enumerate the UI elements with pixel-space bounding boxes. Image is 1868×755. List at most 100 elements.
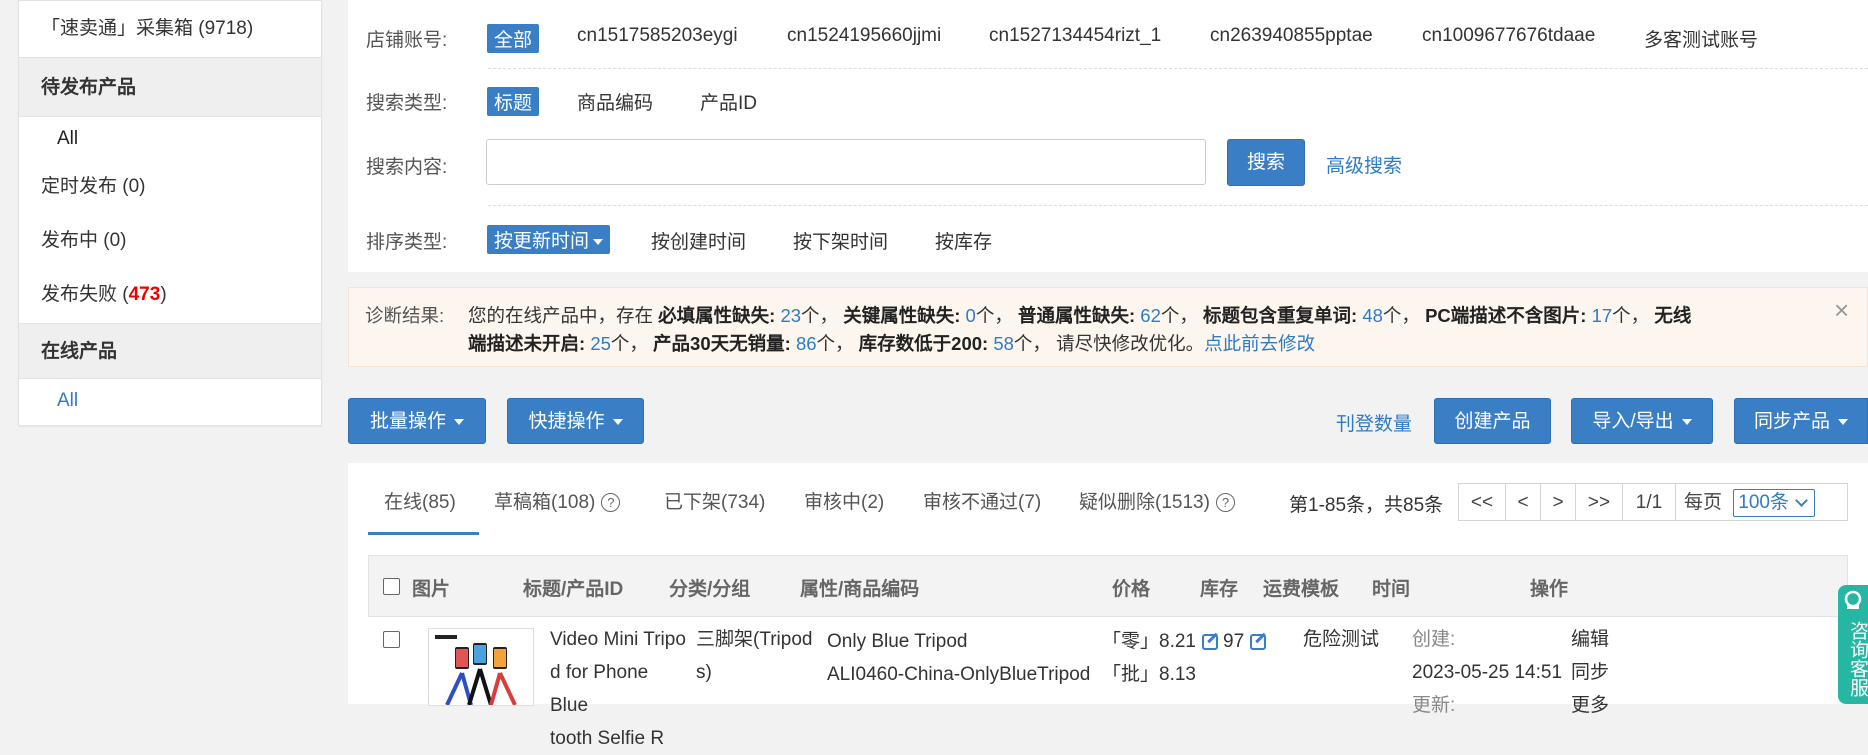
sidebar-title[interactable]: 「速卖通」采集箱 (9718) xyxy=(19,1,321,57)
tab-suspected-deleted[interactable]: 疑似删除(1513)? xyxy=(1079,487,1235,514)
shop-label: 店铺账号: xyxy=(366,30,448,51)
listing-count-link[interactable]: 刊登数量 xyxy=(1336,409,1412,436)
diag-value[interactable]: 48 xyxy=(1362,305,1383,326)
diag-value[interactable]: 58 xyxy=(993,333,1014,354)
diag-value[interactable]: 17 xyxy=(1592,305,1613,326)
diagnosis-text: 您的在线产品中，存在 必填属性缺失: 23个， 关键属性缺失: 0个， 普通属性… xyxy=(468,302,1708,358)
quick-operation-button[interactable]: 快捷操作 xyxy=(507,398,644,444)
title-line: Video Mini Tripo xyxy=(550,629,686,650)
product-time: 创建: 2023-05-25 14:51 更新: xyxy=(1412,623,1562,722)
tab-online[interactable]: 在线(85) xyxy=(384,487,456,514)
shipping-template: 危险测试 xyxy=(1303,629,1380,650)
search-type-id[interactable]: 产品ID xyxy=(700,88,757,115)
tripod-image xyxy=(429,629,533,705)
diagnosis-banner: 诊断结果: 您的在线产品中，存在 必填属性缺失: 23个， 关键属性缺失: 0个… xyxy=(348,287,1868,367)
table-header: 图片 标题/产品ID 分类/分组 属性/商品编码 价格 库存 运费模板 时间 操… xyxy=(368,555,1848,617)
search-type-title[interactable]: 标题 xyxy=(487,87,540,116)
shop-item[interactable]: cn263940855pptae xyxy=(1210,25,1373,47)
diag-value[interactable]: 25 xyxy=(590,333,611,354)
sync-link[interactable]: 同步 xyxy=(1571,656,1609,689)
sidebar: 「速卖通」采集箱 (9718) 待发布产品 All 定时发布 (0) 发布中 (… xyxy=(18,0,322,426)
sidebar-item-online-all[interactable]: All xyxy=(19,381,321,421)
divider xyxy=(488,205,1868,206)
title-line: d for Phone Blue xyxy=(550,662,649,716)
search-input[interactable] xyxy=(486,139,1206,185)
tab-suspected-label: 疑似删除(1513) xyxy=(1079,492,1210,513)
per-page-control: 每页 100条 xyxy=(1675,483,1848,521)
first-page-button[interactable]: << xyxy=(1458,483,1506,521)
sidebar-item-failed[interactable]: 发布失败 (473) xyxy=(19,275,321,315)
row-actions: 编辑 同步 更多 xyxy=(1571,623,1609,722)
failed-count: 473 xyxy=(128,284,161,305)
product-title[interactable]: Video Mini Tripo d for Phone Blue tooth … xyxy=(550,623,690,755)
sort-offshelf-time[interactable]: 按下架时间 xyxy=(793,227,888,254)
sync-product-button[interactable]: 同步产品 xyxy=(1734,398,1868,444)
more-link[interactable]: 更多 xyxy=(1571,689,1609,722)
sort-create-time[interactable]: 按创建时间 xyxy=(651,227,746,254)
diag-value[interactable]: 0 xyxy=(966,305,976,326)
shop-item[interactable]: cn1524195660jjmi xyxy=(787,25,941,47)
col-time: 时间 xyxy=(1372,579,1411,600)
sort-label: 排序类型: xyxy=(366,232,448,253)
help-icon[interactable]: ? xyxy=(601,493,621,513)
search-button[interactable]: 搜索 xyxy=(1227,139,1305,186)
per-page-select[interactable]: 100条 xyxy=(1733,488,1815,517)
col-image: 图片 xyxy=(412,579,451,600)
sidebar-item-scheduled[interactable]: 定时发布 (0) xyxy=(19,167,321,207)
tab-reviewing[interactable]: 审核中(2) xyxy=(804,487,884,514)
diag-fix-link[interactable]: 点此前去修改 xyxy=(1204,333,1315,354)
caret-down-icon xyxy=(1838,418,1848,425)
edit-icon[interactable] xyxy=(1202,633,1218,650)
sort-stock[interactable]: 按库存 xyxy=(935,227,992,254)
price-batch-tag: 「批」 xyxy=(1102,664,1160,685)
tab-offline[interactable]: 已下架(734) xyxy=(664,487,765,514)
row-checkbox[interactable] xyxy=(383,631,400,648)
sidebar-section-pending[interactable]: 待发布产品 xyxy=(19,57,321,117)
diagnosis-label: 诊断结果: xyxy=(365,305,445,326)
advanced-search-link[interactable]: 高级搜索 xyxy=(1326,151,1402,178)
diag-key: 标题包含重复单词: xyxy=(1203,305,1358,326)
diag-unit: 个， xyxy=(1013,333,1051,354)
category-line: s) xyxy=(696,662,712,683)
col-category: 分类/分组 xyxy=(669,579,751,600)
diag-value[interactable]: 62 xyxy=(1140,305,1161,326)
diag-value[interactable]: 23 xyxy=(780,305,801,326)
product-thumbnail[interactable] xyxy=(428,628,534,706)
batch-operation-button[interactable]: 批量操作 xyxy=(348,398,486,444)
diag-unit: 个， xyxy=(1160,305,1198,326)
customer-service-tab[interactable]: 咨询客服 xyxy=(1838,585,1868,704)
diag-tail: 请尽快修改优化。 xyxy=(1056,333,1205,354)
shop-item[interactable]: cn1517585203eygi xyxy=(577,25,738,47)
attribute-value: Only Blue Tripod xyxy=(827,631,968,652)
import-export-button[interactable]: 导入/导出 xyxy=(1571,398,1713,444)
per-page-value: 100条 xyxy=(1738,491,1789,513)
diag-value[interactable]: 86 xyxy=(796,333,817,354)
shop-all[interactable]: 全部 xyxy=(487,24,540,53)
sort-update-time[interactable]: 按更新时间 xyxy=(487,225,611,254)
tab-rejected[interactable]: 审核不通过(7) xyxy=(923,487,1041,514)
help-icon[interactable]: ? xyxy=(1215,493,1235,513)
col-stock: 库存 xyxy=(1200,579,1239,600)
next-page-button[interactable]: > xyxy=(1540,483,1576,521)
select-all-checkbox[interactable] xyxy=(383,578,400,595)
create-product-button[interactable]: 创建产品 xyxy=(1434,398,1551,444)
close-icon[interactable]: × xyxy=(1834,296,1849,324)
shop-item[interactable]: cn1527134454rizt_1 xyxy=(989,25,1161,47)
tab-draft[interactable]: 草稿箱(108)? xyxy=(494,487,621,514)
last-page-button[interactable]: >> xyxy=(1575,483,1623,521)
price-retail-tag: 「零」 xyxy=(1102,631,1160,652)
sort-update-label: 按更新时间 xyxy=(494,231,590,252)
diag-unit: 个， xyxy=(801,305,839,326)
prev-page-button[interactable]: < xyxy=(1505,483,1541,521)
diag-key: 库存数低于200: xyxy=(858,333,989,354)
search-type-code[interactable]: 商品编码 xyxy=(577,88,653,115)
filter-panel: 店铺账号: 全部 cn1517585203eygi cn1524195660jj… xyxy=(348,0,1868,272)
edit-icon[interactable] xyxy=(1250,633,1267,650)
sidebar-section-online[interactable]: 在线产品 xyxy=(19,323,321,379)
diag-key: 普通属性缺失: xyxy=(1017,305,1136,326)
shop-item[interactable]: 多客测试账号 xyxy=(1644,25,1758,52)
shop-item[interactable]: cn1009677676tdaae xyxy=(1422,25,1595,47)
edit-link[interactable]: 编辑 xyxy=(1571,623,1609,656)
sidebar-item-all[interactable]: All xyxy=(19,119,321,159)
sidebar-item-publishing[interactable]: 发布中 (0) xyxy=(19,221,321,261)
